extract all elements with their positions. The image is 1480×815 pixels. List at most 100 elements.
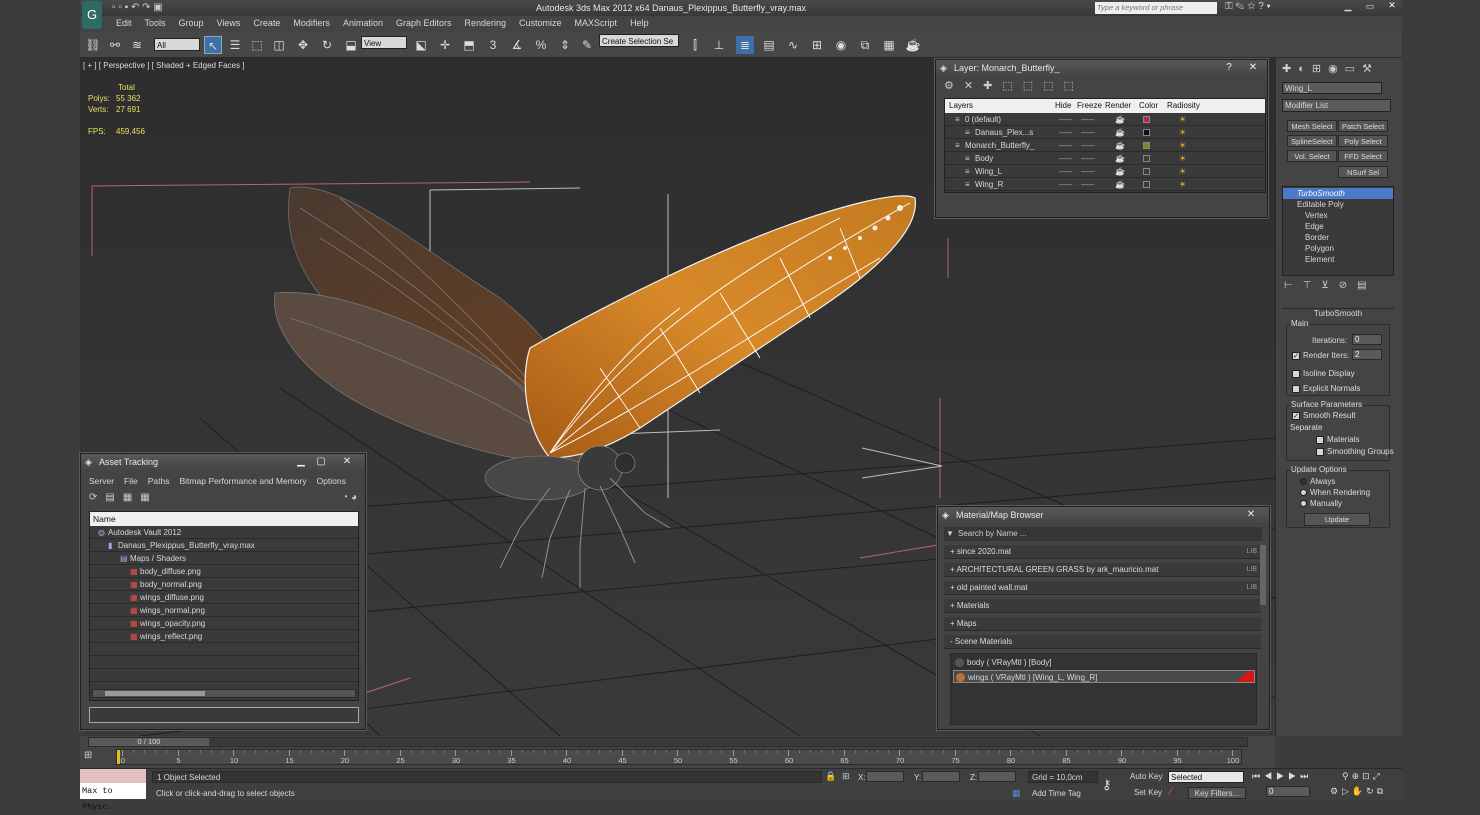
radiosity-icon[interactable]: ☀: [1179, 152, 1186, 165]
asset-row[interactable]: ▮ Danaus_Plexippus_Butterfly_vray.max: [90, 539, 358, 552]
lock-selection-icon[interactable]: 🔒: [825, 771, 836, 782]
menu-item-views[interactable]: Views: [217, 18, 241, 28]
menu-item-graph-editors[interactable]: Graph Editors: [396, 18, 452, 28]
menu-item-rendering[interactable]: Rendering: [465, 18, 507, 28]
layer-row[interactable]: ≡ Wing_R ‒‒‒ ‒‒‒ ☕ ☀: [945, 178, 1265, 191]
asset-row[interactable]: ▦ wings_diffuse.png: [90, 591, 358, 604]
select-by-name-icon[interactable]: ☰: [226, 36, 244, 54]
current-frame-field[interactable]: 0: [1266, 786, 1310, 797]
layer-freeze-toggle[interactable]: ‒‒‒: [1081, 126, 1094, 139]
layer-col-color[interactable]: Color: [1139, 101, 1158, 110]
layer-color-swatch[interactable]: [1143, 155, 1150, 162]
layer-hide-toggle[interactable]: ‒‒‒: [1059, 178, 1072, 191]
viewport-label[interactable]: [ + ] [ Perspective ] [ Shaded + Edged F…: [83, 61, 244, 70]
layer-name[interactable]: Danaus_Plex...s: [975, 126, 1033, 139]
manually-radio[interactable]: [1300, 500, 1307, 507]
layer-color-swatch[interactable]: [1143, 142, 1150, 149]
scale-icon[interactable]: ⬓: [342, 36, 360, 54]
graphite-ribbon-icon[interactable]: ▤: [760, 36, 778, 54]
y-coordinate-field[interactable]: [922, 771, 960, 782]
scene-material-row[interactable]: body ( VRayMtl ) [Body]: [953, 656, 1255, 669]
stack-item-editable-poly[interactable]: Editable Poly: [1283, 199, 1393, 210]
asset-name[interactable]: Autodesk Vault 2012: [108, 526, 181, 539]
curve-editor-mini-icon[interactable]: ⊞: [84, 750, 92, 761]
smooth-result-checkbox[interactable]: ✓: [1292, 412, 1300, 420]
layer-color-swatch[interactable]: [1143, 129, 1150, 136]
search-options-icon[interactable]: ▼: [946, 529, 954, 538]
patch-select-button[interactable]: Patch Select: [1338, 120, 1388, 132]
time-slider[interactable]: 0 / 100: [88, 737, 1248, 747]
layer-hide-toggle[interactable]: ‒‒‒: [1059, 139, 1072, 152]
selection-filter-dropdown[interactable]: All: [154, 38, 200, 51]
render-production-icon[interactable]: ☕: [904, 36, 922, 54]
scene-material-row[interactable]: wings ( VRayMtl ) [Wing_L, Wing_R]: [953, 670, 1255, 683]
minimize-button[interactable]: ▁: [1338, 1, 1358, 12]
asset-help-icons[interactable]: ◔ ◕: [342, 492, 357, 503]
layer-freeze-toggle[interactable]: ‒‒‒: [1081, 113, 1094, 126]
layer-hide-toggle[interactable]: ‒‒‒: [1059, 113, 1072, 126]
radiosity-icon[interactable]: ☀: [1179, 113, 1186, 126]
asset-name[interactable]: body_diffuse.png: [140, 565, 201, 578]
render-toggle-icon[interactable]: ☕: [1115, 113, 1125, 126]
asset-name[interactable]: wings_normal.png: [140, 604, 205, 617]
when-rendering-radio[interactable]: [1300, 489, 1307, 496]
rendered-frame-icon[interactable]: ▦: [880, 36, 898, 54]
app-logo-icon[interactable]: G: [82, 1, 102, 29]
layer-col-layers[interactable]: Layers: [949, 101, 973, 110]
command-tabs-icons[interactable]: ✚◐⊞◉▭⚒: [1282, 62, 1379, 75]
schematic-view-icon[interactable]: ⊞: [808, 36, 826, 54]
poly-select-button[interactable]: Poly Select: [1338, 135, 1388, 147]
material-editor-icon[interactable]: ◉: [832, 36, 850, 54]
modifier-list-dropdown[interactable]: Modifier List: [1282, 99, 1391, 112]
pivot-icon[interactable]: ⬕: [412, 36, 430, 54]
layer-freeze-toggle[interactable]: ‒‒‒: [1081, 165, 1094, 178]
menu-item-help[interactable]: Help: [630, 18, 649, 28]
stack-item-turbosmooth[interactable]: TurboSmooth: [1283, 188, 1393, 199]
layer-col-hide[interactable]: Hide: [1055, 101, 1071, 110]
isoline-checkbox[interactable]: [1292, 370, 1300, 378]
material-library-row[interactable]: + ARCHITECTURAL GREEN GRASS by ark_mauri…: [944, 563, 1261, 577]
layer-row[interactable]: ≡ Danaus_Plex...s ‒‒‒ ‒‒‒ ☕ ☀: [945, 126, 1265, 139]
quick-access-icons[interactable]: ▫ ▫ ▪ ↶ ↷ ▣: [112, 2, 163, 13]
layer-name[interactable]: Wing_L: [975, 165, 1002, 178]
update-button[interactable]: Update: [1304, 513, 1370, 526]
render-toggle-icon[interactable]: ☕: [1115, 178, 1125, 191]
asset-menu-options[interactable]: Options: [317, 476, 346, 486]
radiosity-icon[interactable]: ☀: [1179, 178, 1186, 191]
asset-row[interactable]: ▦ body_normal.png: [90, 578, 358, 591]
asset-row[interactable]: ◍ Autodesk Vault 2012: [90, 526, 358, 539]
stack-item-polygon[interactable]: Polygon: [1283, 243, 1393, 254]
iterations-spinner[interactable]: 0: [1352, 334, 1382, 345]
menu-item-modifiers[interactable]: Modifiers: [293, 18, 330, 28]
select-manipulate-icon[interactable]: ✛: [436, 36, 454, 54]
move-icon[interactable]: ✥: [294, 36, 312, 54]
snaps-toggle-icon[interactable]: 3: [484, 36, 502, 54]
spinner-snap-icon[interactable]: ⇕: [556, 36, 574, 54]
layer-color-swatch[interactable]: [1143, 168, 1150, 175]
asset-toolbar-icons[interactable]: ⟳▤▦▦: [89, 492, 158, 503]
asset-path-field[interactable]: [89, 707, 359, 723]
material-panel-titlebar[interactable]: ◈ Material/Map Browser ✕: [938, 507, 1269, 523]
time-slider-thumb[interactable]: 0 / 100: [89, 738, 209, 746]
material-library-row[interactable]: + Materials: [944, 599, 1261, 613]
z-coordinate-field[interactable]: [978, 771, 1016, 782]
material-library-row[interactable]: - Scene Materials: [944, 635, 1261, 649]
nsurf-sel-button[interactable]: NSurf Sel: [1338, 166, 1388, 178]
x-coordinate-field[interactable]: [866, 771, 904, 782]
track-bar[interactable]: 0 5 10 15 20 25 30 35 40 45 50 55 60 65 70 75 80 85 90 95 10…: [116, 749, 1242, 765]
stack-tools-icons[interactable]: ⊢⊤⊻⊘▤: [1284, 280, 1377, 291]
maxscript-listener[interactable]: [80, 769, 146, 783]
stack-item-vertex[interactable]: Vertex: [1283, 210, 1393, 221]
window-crossing-icon[interactable]: ◫: [270, 36, 288, 54]
asset-panel-titlebar[interactable]: ◈ Asset Tracking ▁ ▢ ✕: [81, 454, 365, 470]
layer-hide-toggle[interactable]: ‒‒‒: [1059, 165, 1072, 178]
layer-help-button[interactable]: ?: [1221, 61, 1237, 74]
layer-col-freeze[interactable]: Freeze: [1077, 101, 1102, 110]
asset-row[interactable]: [90, 643, 358, 656]
edit-named-selection-icon[interactable]: ✎: [578, 36, 596, 54]
percent-snap-icon[interactable]: %: [532, 36, 550, 54]
layer-name[interactable]: 0 (default): [965, 113, 1001, 126]
asset-name[interactable]: wings_reflect.png: [140, 630, 202, 643]
curve-editor-icon[interactable]: ∿: [784, 36, 802, 54]
layer-col-radiosity[interactable]: Radiosity: [1167, 101, 1200, 110]
